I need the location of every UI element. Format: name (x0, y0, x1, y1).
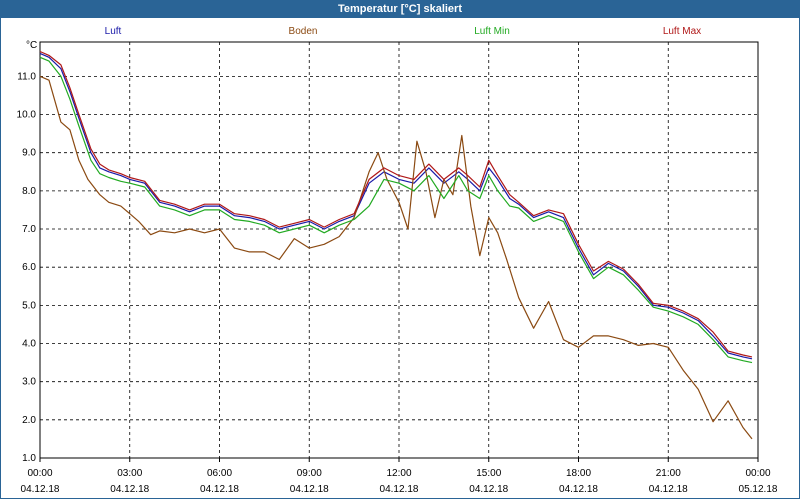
series-line-luft-max (39, 50, 753, 358)
y-axis-unit: °C (26, 40, 37, 51)
x-tick-time: 00:00 (745, 468, 770, 479)
y-tick-label: 10.0 (17, 110, 37, 121)
x-tick-date: 04.12.18 (649, 484, 688, 495)
x-tick-date: 04.12.18 (559, 484, 598, 495)
series-lines (39, 50, 753, 440)
x-tick-time: 03:00 (117, 468, 142, 479)
x-tick-time: 09:00 (297, 468, 322, 479)
legend-boden: Boden (289, 26, 318, 37)
x-tick-time: 15:00 (476, 468, 501, 479)
x-tick-date: 04.12.18 (290, 484, 329, 495)
y-tick-label: 4.0 (22, 339, 36, 350)
series-line-boden (39, 75, 753, 440)
x-tick-time: 21:00 (656, 468, 681, 479)
y-tick-label: 6.0 (22, 262, 36, 273)
x-tick-time: 18:00 (566, 468, 591, 479)
y-tick-label: 7.0 (22, 224, 36, 235)
y-axis: °C 1.0 2.0 3.0 4.0 5.0 6.0 7.0 8.0 9.0 10.0 11.0 (17, 40, 38, 464)
x-tick-date: 04.12.18 (200, 484, 239, 495)
x-tick-time: 00:00 (27, 468, 52, 479)
y-tick-label: 2.0 (22, 415, 36, 426)
series-line-luft-min (39, 56, 753, 364)
x-tick-date: 04.12.18 (21, 484, 60, 495)
x-tick-time: 06:00 (207, 468, 232, 479)
x-tick-date: 05.12.18 (739, 484, 778, 495)
x-tick-date: 04.12.18 (469, 484, 508, 495)
y-tick-label: 8.0 (22, 186, 36, 197)
x-tick-date: 04.12.18 (380, 484, 419, 495)
x-axis: 00:00 04.12.18 03:00 04.12.18 06:00 04.12.18 0… (21, 458, 778, 495)
legend-luft-max: Luft Max (663, 26, 701, 37)
legend-luft-min: Luft Min (474, 26, 510, 37)
x-tick-date: 04.12.18 (110, 484, 149, 495)
y-tick-label: 1.0 (22, 453, 36, 464)
y-tick-label: 5.0 (22, 300, 36, 311)
series-line-luft (39, 52, 753, 360)
grid (39, 41, 759, 459)
y-tick-label: 9.0 (22, 148, 36, 159)
x-tick-time: 12:00 (386, 468, 411, 479)
legend-luft: Luft (105, 26, 122, 37)
temperature-chart: Luft Boden Luft Min Luft Max °C 1.0 2.0 3.0 4.0… (17, 26, 778, 495)
y-tick-label: 3.0 (22, 377, 36, 388)
y-tick-label: 11.0 (17, 71, 36, 82)
legend: Luft Boden Luft Min Luft Max (105, 26, 702, 37)
